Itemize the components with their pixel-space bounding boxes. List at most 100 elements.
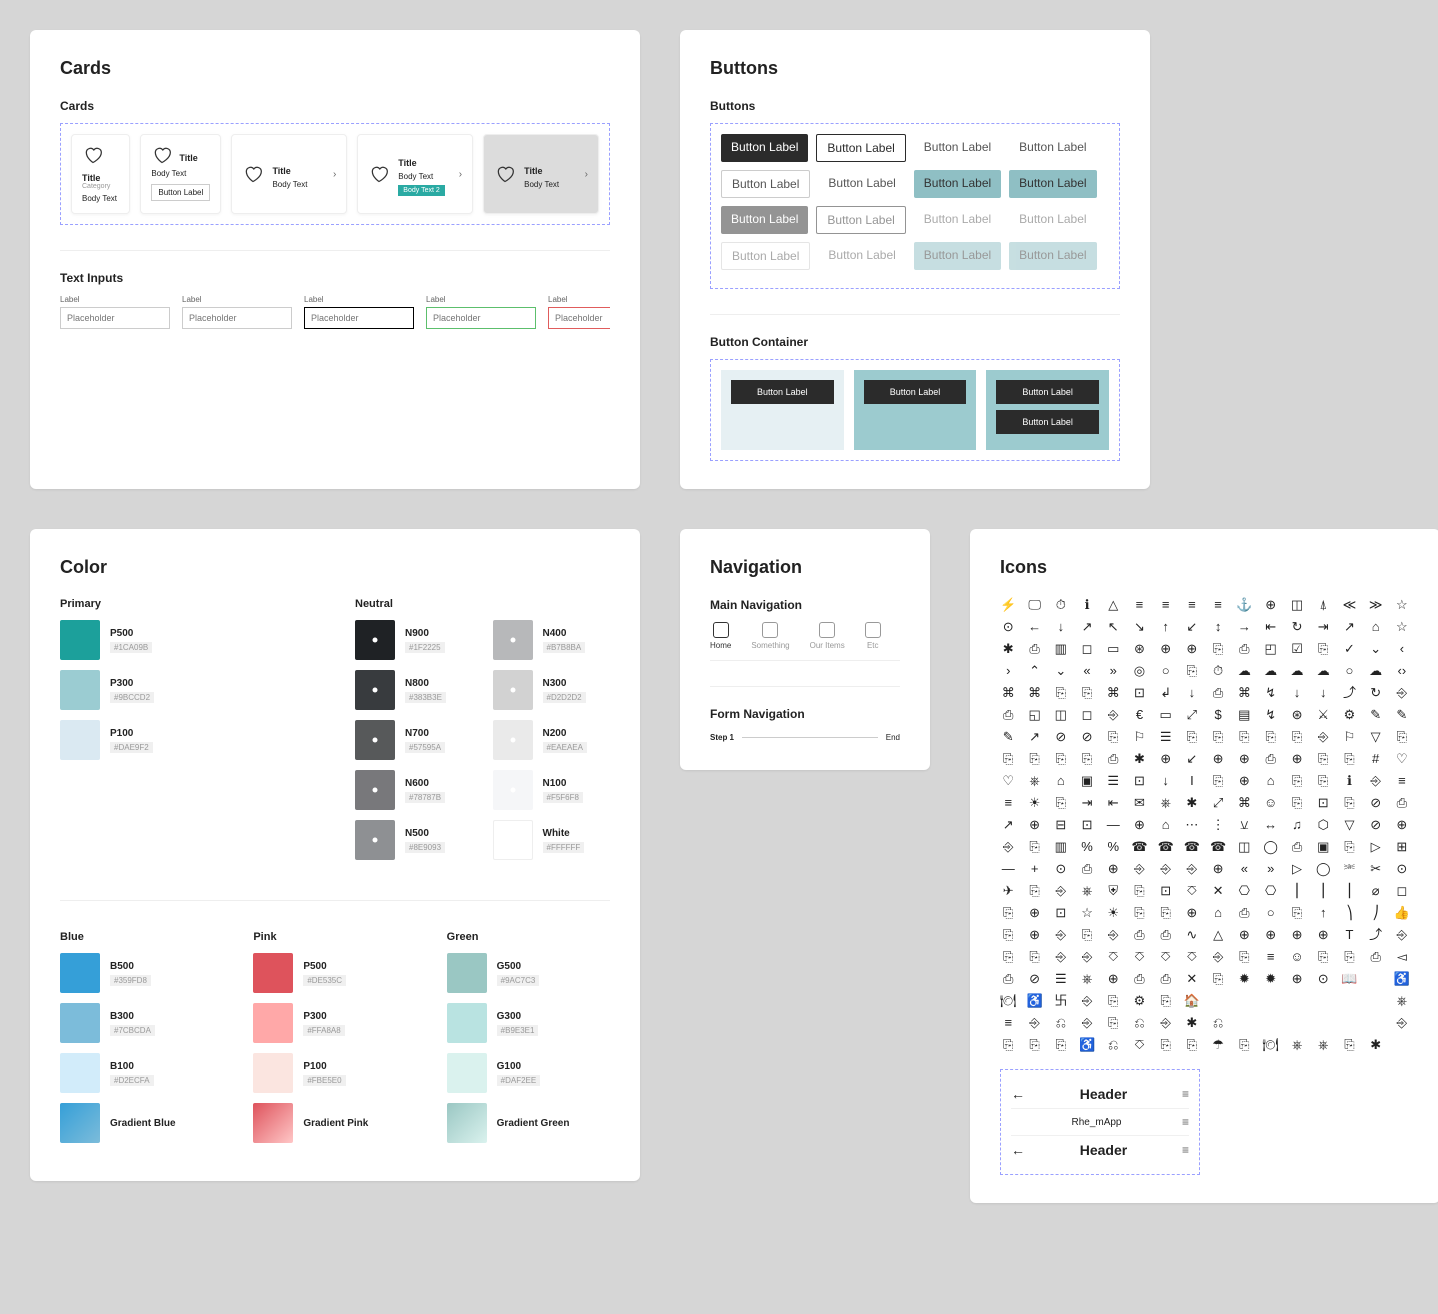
icon-glyph: ⇤ [1262,620,1279,633]
icon-glyph: ⊕ [1289,928,1305,941]
color-swatch[interactable] [253,1053,293,1093]
menu-icon[interactable]: ≡ [1182,1087,1189,1101]
icon-glyph: ⎘ [1341,752,1357,765]
text-input[interactable] [304,307,414,329]
color-swatch[interactable] [60,620,100,660]
swatch-name: P100 [110,728,153,739]
icon-glyph: ⎆ [1105,708,1121,721]
icon-glyph: ☁ [1289,664,1305,677]
card-vertical[interactable]: Title Category Body Text [71,134,130,214]
card-horizontal-badge[interactable]: Title Body Text Body Text 2 › [357,134,473,214]
button-teal[interactable]: Button Label [914,170,1001,198]
nav-tab[interactable]: Our Items [810,622,845,650]
button-teal[interactable]: Button Label [914,242,1001,270]
swatch-name: N800 [405,678,446,689]
color-swatch[interactable] [253,1103,293,1143]
button-ghost[interactable]: Button Label [914,206,1001,234]
main-nav-label: Main Navigation [710,598,900,612]
card-medium[interactable]: Title Body Text Button Label [140,134,221,214]
button-dark[interactable]: Button Label [721,206,808,234]
button-outline-dark[interactable]: Button Label [816,206,905,234]
color-swatch[interactable] [447,1053,487,1093]
color-swatch[interactable] [355,770,395,810]
color-swatch[interactable] [447,1003,487,1043]
header-card-row[interactable]: ←Header≡ [1011,1080,1189,1109]
color-swatch[interactable] [355,820,395,860]
color-swatch[interactable] [355,670,395,710]
color-swatch[interactable] [493,720,533,760]
color-swatch[interactable] [60,670,100,710]
nav-tab[interactable]: Etc [865,622,881,650]
color-swatch[interactable] [493,770,533,810]
heart-icon [494,164,516,184]
card-horizontal-gray[interactable]: Title Body Text › [483,134,599,214]
color-swatch[interactable] [60,720,100,760]
color-swatch[interactable] [493,820,533,860]
text-input[interactable] [426,307,536,329]
container-button[interactable]: Button Label [996,410,1099,434]
color-swatch[interactable] [447,1103,487,1143]
nav-tab[interactable]: Something [751,622,789,650]
button-ghost[interactable]: Button Label [1009,134,1096,162]
text-input[interactable] [548,307,610,329]
icon-glyph: ⎘ [1105,994,1121,1007]
back-icon[interactable]: ← [1011,1142,1025,1158]
button-teal[interactable]: Button Label [1009,242,1096,270]
header-card-row[interactable]: ←Header≡ [1011,1136,1189,1164]
icon-glyph: ⇤ [1105,796,1121,809]
button-outline-dark[interactable]: Button Label [816,134,905,162]
color-swatch[interactable] [60,1103,100,1143]
card-horizontal[interactable]: Title Body Text › [231,134,347,214]
text-input[interactable] [182,307,292,329]
color-swatch[interactable] [60,1053,100,1093]
button-ghost[interactable]: Button Label [818,170,905,198]
button-ghost[interactable]: Button Label [914,134,1001,162]
card-title: Title [524,166,577,176]
icon-glyph: ⎔ [1236,884,1252,897]
icon-glyph: ⎈ [1315,1038,1331,1051]
button-dark[interactable]: Button Label [721,134,808,162]
swatch-name: N100 [543,778,583,789]
swatch-row: G100#DAF2EE [447,1053,610,1093]
menu-icon[interactable]: ≡ [1182,1143,1189,1157]
icon-glyph: 📖 [1341,972,1357,985]
container-button[interactable]: Button Label [864,380,967,404]
pink-label: Pink [253,931,416,943]
form-nav-label: Form Navigation [710,686,900,721]
icon-glyph: » [1105,664,1121,677]
swatch-hex: #DAE9F2 [110,742,153,753]
icon-glyph: ⌄ [1368,642,1384,655]
text-input[interactable] [60,307,170,329]
color-swatch[interactable] [493,670,533,710]
back-icon[interactable]: ← [1011,1086,1025,1102]
icon-glyph: ⎆ [1394,928,1410,941]
container-button[interactable]: Button Label [996,380,1099,404]
color-swatch[interactable] [253,953,293,993]
container-button[interactable]: Button Label [731,380,834,404]
nav-tab-label: Home [710,641,731,650]
button-outline-gray[interactable]: Button Label [721,242,810,270]
icon-glyph: ⌄ [1053,664,1069,677]
color-swatch[interactable] [447,953,487,993]
card-button[interactable]: Button Label [151,184,210,201]
button-teal[interactable]: Button Label [1009,170,1096,198]
color-swatch[interactable] [60,953,100,993]
color-swatch[interactable] [253,1003,293,1043]
button-ghost[interactable]: Button Label [818,242,905,270]
color-title: Color [60,557,610,578]
icon-glyph: ⎘ [1210,642,1226,655]
nav-tab[interactable]: Home [710,622,731,650]
swatch-row: Gradient Green [447,1103,610,1143]
color-swatch[interactable] [60,1003,100,1043]
icon-glyph: ⤢ [1184,708,1200,721]
color-swatch[interactable] [355,620,395,660]
header-card-row[interactable]: Rhe_mApp≡ [1011,1109,1189,1136]
color-swatch[interactable] [355,720,395,760]
chevron-right-icon: › [585,169,588,180]
button-outline-gray[interactable]: Button Label [721,170,810,198]
color-swatch[interactable] [493,620,533,660]
icon-glyph: ⎮ [1315,884,1331,897]
icon-glyph: ⎘ [1184,1038,1200,1051]
menu-icon[interactable]: ≡ [1182,1115,1189,1129]
button-ghost[interactable]: Button Label [1009,206,1096,234]
